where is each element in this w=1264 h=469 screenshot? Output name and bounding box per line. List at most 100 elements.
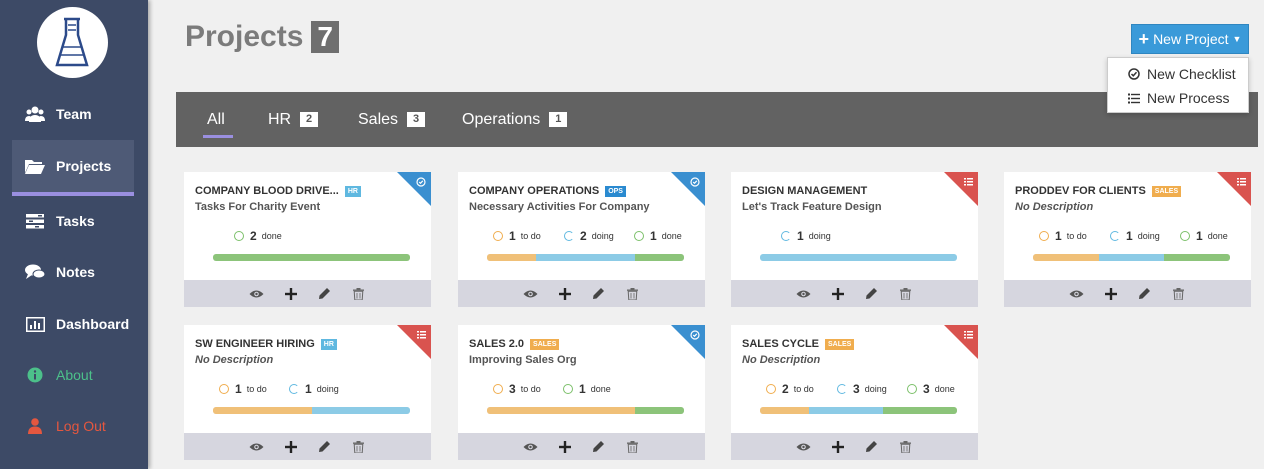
- delete-icon[interactable]: [342, 287, 376, 300]
- progress-bar: [1033, 254, 1230, 261]
- delete-icon[interactable]: [889, 287, 923, 300]
- tasks-icon: [24, 213, 46, 229]
- add-icon[interactable]: [548, 440, 582, 453]
- sidebar-item-label: About: [56, 367, 93, 383]
- menu-item-new-process[interactable]: New Process: [1108, 86, 1248, 110]
- project-card[interactable]: COMPANY BLOOD DRIVE... HR Tasks For Char…: [184, 172, 431, 307]
- sidebar-item-projects[interactable]: Projects: [12, 140, 134, 196]
- stat-count: 1: [305, 382, 312, 396]
- stat-count: 2: [782, 382, 789, 396]
- tab-hr[interactable]: HR 2: [268, 92, 319, 147]
- sidebar-item-notes[interactable]: Notes: [12, 246, 134, 298]
- stat-label: to do: [793, 384, 814, 394]
- stat-done: 2 done: [234, 229, 282, 243]
- stat-label: to do: [520, 384, 541, 394]
- stat-doing: 3 doing: [837, 382, 887, 396]
- sidebar-item-logout[interactable]: Log Out: [12, 400, 134, 452]
- folder-icon: [24, 159, 46, 174]
- project-card[interactable]: COMPANY OPERATIONS OPS Necessary Activit…: [458, 172, 705, 307]
- view-icon[interactable]: [1060, 289, 1094, 299]
- project-tag: SALES: [825, 338, 855, 350]
- status-circle-icon: [1180, 231, 1190, 241]
- project-title-row: SALES 2.0 SALES: [469, 338, 560, 350]
- view-icon[interactable]: [514, 442, 548, 452]
- status-circle-icon: [493, 231, 503, 241]
- edit-icon[interactable]: [308, 440, 342, 453]
- progress-bar: [213, 254, 410, 261]
- project-card[interactable]: SALES 2.0 SALES Improving Sales Org 3 to…: [458, 325, 705, 460]
- checklist-corner-icon: [671, 172, 705, 206]
- project-title: DESIGN MANAGEMENT: [742, 185, 868, 197]
- check-circle-icon: [1128, 68, 1142, 80]
- delete-icon[interactable]: [616, 440, 650, 453]
- delete-icon[interactable]: [1162, 287, 1196, 300]
- stat-label: done: [1207, 231, 1228, 241]
- stat-todo: 1 to do: [1039, 229, 1087, 243]
- edit-icon[interactable]: [855, 287, 889, 300]
- delete-icon[interactable]: [889, 440, 923, 453]
- sidebar-item-dashboard[interactable]: Dashboard: [12, 298, 134, 350]
- card-actions: [184, 280, 431, 307]
- sidebar-item-team[interactable]: Team: [12, 88, 134, 140]
- add-icon[interactable]: [548, 287, 582, 300]
- process-corner-icon: [1217, 172, 1251, 206]
- add-icon[interactable]: [274, 287, 308, 300]
- project-card[interactable]: DESIGN MANAGEMENT Let's Track Feature De…: [731, 172, 978, 307]
- stat-count: 1: [509, 229, 516, 243]
- tab-sales[interactable]: Sales 3: [358, 92, 426, 147]
- card-actions: [458, 280, 705, 307]
- stat-label: done: [261, 231, 282, 241]
- project-description: Tasks For Charity Event: [195, 201, 321, 213]
- delete-icon[interactable]: [616, 287, 650, 300]
- caret-down-icon: ▼: [1232, 34, 1242, 44]
- project-card[interactable]: SW ENGINEER HIRING HR No Description 1 t…: [184, 325, 431, 460]
- app-logo[interactable]: [37, 7, 108, 78]
- project-description: Let's Track Feature Design: [742, 201, 882, 213]
- view-icon[interactable]: [514, 289, 548, 299]
- project-card[interactable]: PRODDEV FOR CLIENTS SALES No Description…: [1004, 172, 1251, 307]
- card-actions: [458, 433, 705, 460]
- tab-label: Sales: [358, 110, 399, 128]
- status-circle-icon: [907, 384, 917, 394]
- view-icon[interactable]: [240, 442, 274, 452]
- tab-operations[interactable]: Operations 1: [462, 92, 568, 147]
- progress-segment: [487, 407, 635, 414]
- stat-count: 3: [853, 382, 860, 396]
- sidebar-item-about[interactable]: About: [12, 349, 134, 401]
- tab-all[interactable]: All: [203, 92, 233, 147]
- sidebar-item-label: Dashboard: [56, 316, 130, 332]
- add-icon[interactable]: [1094, 287, 1128, 300]
- edit-icon[interactable]: [582, 440, 616, 453]
- edit-icon[interactable]: [855, 440, 889, 453]
- status-circle-icon: [289, 384, 299, 394]
- sidebar-item-label: Log Out: [56, 418, 106, 434]
- project-card[interactable]: SALES CYCLE SALES No Description 2 to do…: [731, 325, 978, 460]
- sidebar-item-tasks[interactable]: Tasks: [12, 195, 134, 247]
- status-circle-icon: [493, 384, 503, 394]
- new-project-button[interactable]: + New Project ▼: [1131, 24, 1249, 54]
- view-icon[interactable]: [787, 442, 821, 452]
- add-icon[interactable]: [821, 440, 855, 453]
- project-tag: HR: [344, 185, 361, 197]
- card-actions: [731, 433, 978, 460]
- edit-icon[interactable]: [308, 287, 342, 300]
- view-icon[interactable]: [240, 289, 274, 299]
- add-icon[interactable]: [821, 287, 855, 300]
- project-title: SW ENGINEER HIRING: [195, 338, 315, 350]
- stat-label: done: [590, 384, 611, 394]
- edit-icon[interactable]: [582, 287, 616, 300]
- progress-bar: [760, 254, 957, 261]
- stat-label: doing: [808, 231, 831, 241]
- sidebar-item-label: Tasks: [56, 213, 95, 229]
- edit-icon[interactable]: [1128, 287, 1162, 300]
- filter-bar: All HR 2 Sales 3 Operations 1: [176, 92, 1258, 147]
- add-icon[interactable]: [274, 440, 308, 453]
- progress-segment: [536, 254, 635, 261]
- menu-item-new-checklist[interactable]: New Checklist: [1108, 62, 1248, 86]
- progress-segment: [311, 407, 410, 414]
- progress-segment: [634, 407, 684, 414]
- plus-icon: +: [1138, 28, 1150, 49]
- stat-count: 3: [509, 382, 516, 396]
- view-icon[interactable]: [787, 289, 821, 299]
- delete-icon[interactable]: [342, 440, 376, 453]
